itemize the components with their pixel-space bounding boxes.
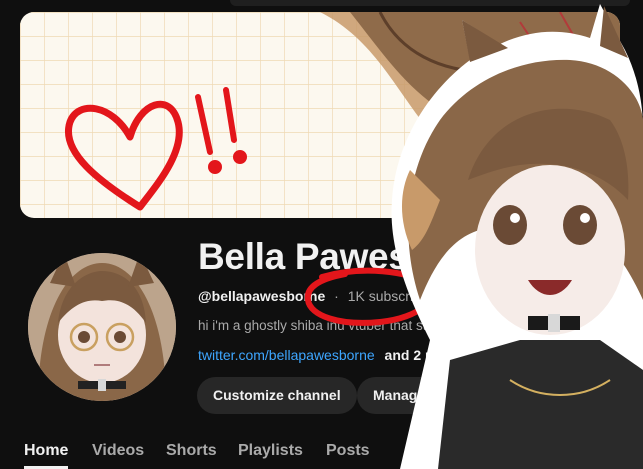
customize-channel-button[interactable]: Customize channel	[197, 377, 357, 414]
search-icon[interactable]	[405, 442, 425, 462]
more-links-button[interactable]: and 2 more li	[385, 347, 471, 363]
twitter-link[interactable]: twitter.com/bellapawesborne	[198, 347, 375, 363]
tab-playlists[interactable]: Playlists	[238, 442, 303, 460]
meta-separator: ·	[334, 288, 339, 304]
banner-artwork	[20, 12, 620, 218]
channel-banner	[20, 12, 620, 218]
video-count: s	[462, 288, 470, 304]
tab-shorts[interactable]: Shorts	[166, 442, 217, 460]
channel-tabs: Home Videos Shorts Playlists Posts	[0, 430, 643, 469]
channel-description[interactable]: hi i'm a ghostly shiba inu vtuber that s…	[198, 318, 484, 333]
channel-meta: @bellapawesborne · 1K subscribers · s	[198, 288, 470, 304]
meta-separator: ·	[449, 288, 454, 304]
channel-handle: @bellapawesborne	[198, 288, 326, 304]
top-search-strip	[230, 0, 630, 6]
channel-avatar[interactable]	[28, 253, 176, 401]
channel-name: Bella Pawes	[198, 236, 409, 277]
avatar-artwork	[28, 253, 176, 401]
channel-links: twitter.com/bellapawesborne and 2 more l…	[198, 347, 471, 363]
manage-videos-button[interactable]: Manage v	[357, 377, 453, 414]
subscriber-count: 1K subscribers	[347, 288, 441, 304]
tab-videos[interactable]: Videos	[92, 442, 144, 460]
tab-posts[interactable]: Posts	[326, 442, 370, 460]
tab-home[interactable]: Home	[24, 442, 68, 460]
